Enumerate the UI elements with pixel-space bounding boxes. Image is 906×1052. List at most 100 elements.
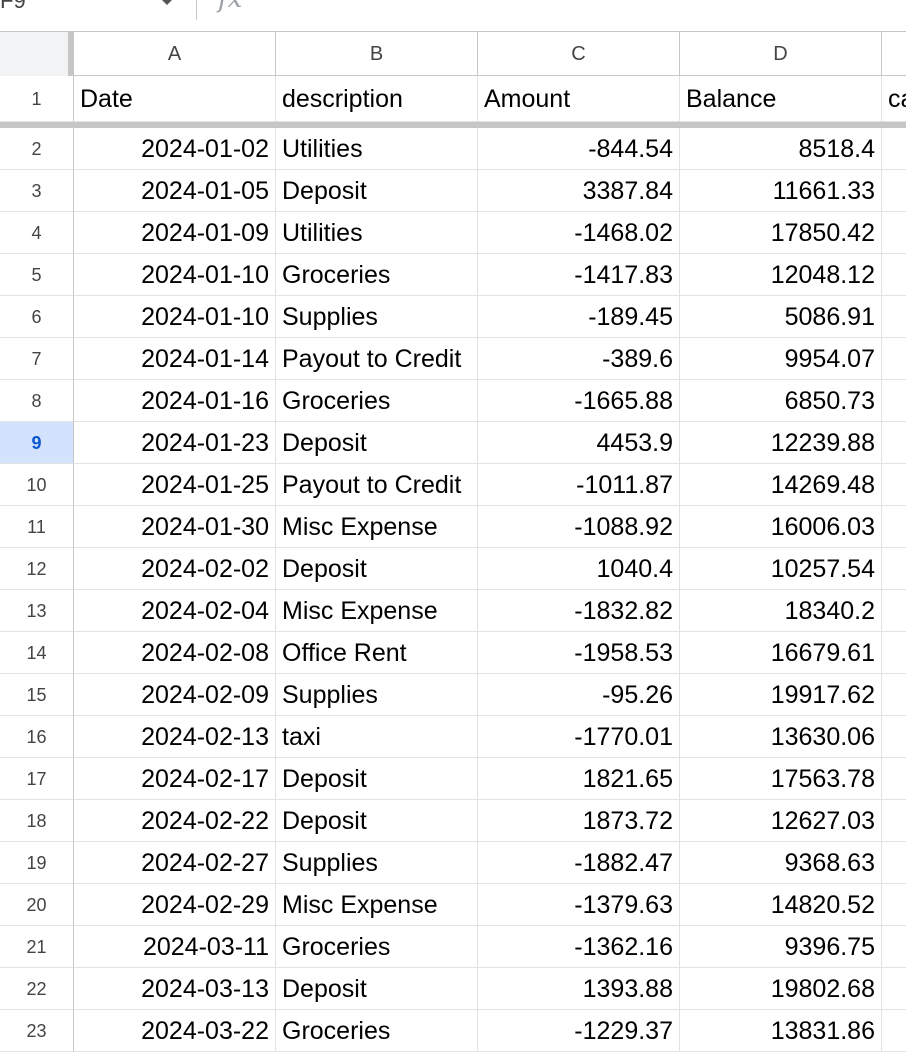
empty-cell[interactable] (882, 968, 906, 1010)
description-cell[interactable]: Groceries (276, 1010, 478, 1052)
date-cell[interactable]: 2024-02-02 (74, 548, 276, 590)
balance-cell[interactable]: 14269.48 (680, 464, 882, 506)
row-header[interactable]: 13 (0, 590, 74, 632)
chevron-down-icon[interactable] (160, 0, 174, 5)
description-cell[interactable]: Deposit (276, 800, 478, 842)
balance-cell[interactable]: 14820.52 (680, 884, 882, 926)
empty-cell[interactable] (882, 380, 906, 422)
empty-cell[interactable] (882, 212, 906, 254)
empty-cell[interactable] (882, 716, 906, 758)
amount-cell[interactable]: -1011.87 (478, 464, 680, 506)
balance-cell[interactable]: 9954.07 (680, 338, 882, 380)
row-header[interactable]: 16 (0, 716, 74, 758)
description-cell[interactable]: Deposit (276, 758, 478, 800)
row-header[interactable]: 11 (0, 506, 74, 548)
date-cell[interactable]: 2024-01-09 (74, 212, 276, 254)
date-cell[interactable]: 2024-03-22 (74, 1010, 276, 1052)
row-header[interactable]: 23 (0, 1010, 74, 1052)
empty-cell[interactable] (882, 1010, 906, 1052)
amount-cell[interactable]: -1088.92 (478, 506, 680, 548)
date-cell[interactable]: 2024-01-02 (74, 128, 276, 170)
amount-cell[interactable]: -1417.83 (478, 254, 680, 296)
amount-cell[interactable]: -189.45 (478, 296, 680, 338)
date-cell[interactable]: 2024-01-16 (74, 380, 276, 422)
amount-cell[interactable]: 1873.72 (478, 800, 680, 842)
description-cell[interactable]: Misc Expense (276, 590, 478, 632)
date-cell[interactable]: 2024-03-13 (74, 968, 276, 1010)
row-header[interactable]: 17 (0, 758, 74, 800)
balance-cell[interactable]: 16006.03 (680, 506, 882, 548)
row-header[interactable]: 8 (0, 380, 74, 422)
balance-cell[interactable]: 9368.63 (680, 842, 882, 884)
row-header[interactable]: 14 (0, 632, 74, 674)
date-cell[interactable]: 2024-01-05 (74, 170, 276, 212)
amount-cell[interactable]: -1832.82 (478, 590, 680, 632)
amount-cell[interactable]: 1040.4 (478, 548, 680, 590)
balance-cell[interactable]: 12627.03 (680, 800, 882, 842)
date-cell[interactable]: 2024-01-30 (74, 506, 276, 548)
balance-cell[interactable]: 8518.4 (680, 128, 882, 170)
row-header[interactable]: 2 (0, 128, 74, 170)
date-cell[interactable]: 2024-01-10 (74, 296, 276, 338)
balance-cell[interactable]: 13831.86 (680, 1010, 882, 1052)
empty-cell[interactable] (882, 884, 906, 926)
column-header[interactable]: C (478, 32, 680, 76)
description-cell[interactable]: Deposit (276, 548, 478, 590)
header-cell[interactable]: Amount (478, 76, 680, 122)
amount-cell[interactable]: -1665.88 (478, 380, 680, 422)
description-cell[interactable]: Supplies (276, 842, 478, 884)
balance-cell[interactable]: 19917.62 (680, 674, 882, 716)
empty-cell[interactable] (882, 338, 906, 380)
amount-cell[interactable]: -1770.01 (478, 716, 680, 758)
row-header[interactable]: 19 (0, 842, 74, 884)
row-header[interactable]: 4 (0, 212, 74, 254)
balance-cell[interactable]: 9396.75 (680, 926, 882, 968)
description-cell[interactable]: Misc Expense (276, 506, 478, 548)
row-header[interactable]: 22 (0, 968, 74, 1010)
amount-cell[interactable]: -1362.16 (478, 926, 680, 968)
column-header[interactable] (882, 32, 906, 76)
description-cell[interactable]: Payout to Credit (276, 464, 478, 506)
description-cell[interactable]: Payout to Credit (276, 338, 478, 380)
header-cell[interactable]: description (276, 76, 478, 122)
balance-cell[interactable]: 11661.33 (680, 170, 882, 212)
description-cell[interactable]: Groceries (276, 926, 478, 968)
header-cell[interactable]: Balance (680, 76, 882, 122)
balance-cell[interactable]: 17850.42 (680, 212, 882, 254)
balance-cell[interactable]: 18340.2 (680, 590, 882, 632)
header-cell[interactable]: Date (74, 76, 276, 122)
amount-cell[interactable]: -1958.53 (478, 632, 680, 674)
description-cell[interactable]: taxi (276, 716, 478, 758)
row-header[interactable]: 10 (0, 464, 74, 506)
empty-cell[interactable] (882, 464, 906, 506)
empty-cell[interactable] (882, 800, 906, 842)
date-cell[interactable]: 2024-02-09 (74, 674, 276, 716)
date-cell[interactable]: 2024-02-29 (74, 884, 276, 926)
date-cell[interactable]: 2024-02-04 (74, 590, 276, 632)
date-cell[interactable]: 2024-02-17 (74, 758, 276, 800)
date-cell[interactable]: 2024-02-13 (74, 716, 276, 758)
description-cell[interactable]: Groceries (276, 380, 478, 422)
empty-cell[interactable] (882, 128, 906, 170)
amount-cell[interactable]: 1821.65 (478, 758, 680, 800)
balance-cell[interactable]: 19802.68 (680, 968, 882, 1010)
header-cell[interactable]: ca (882, 76, 906, 122)
amount-cell[interactable]: -1379.63 (478, 884, 680, 926)
column-header[interactable]: B (276, 32, 478, 76)
date-cell[interactable]: 2024-01-25 (74, 464, 276, 506)
description-cell[interactable]: Utilities (276, 128, 478, 170)
empty-cell[interactable] (882, 842, 906, 884)
empty-cell[interactable] (882, 758, 906, 800)
row-header[interactable]: 21 (0, 926, 74, 968)
balance-cell[interactable]: 16679.61 (680, 632, 882, 674)
balance-cell[interactable]: 12239.88 (680, 422, 882, 464)
column-header[interactable]: A (74, 32, 276, 76)
description-cell[interactable]: Misc Expense (276, 884, 478, 926)
select-all-corner[interactable] (0, 32, 74, 77)
date-cell[interactable]: 2024-02-08 (74, 632, 276, 674)
row-header[interactable]: 15 (0, 674, 74, 716)
date-cell[interactable]: 2024-02-22 (74, 800, 276, 842)
row-header[interactable]: 6 (0, 296, 74, 338)
row-header[interactable]: 20 (0, 884, 74, 926)
empty-cell[interactable] (882, 590, 906, 632)
